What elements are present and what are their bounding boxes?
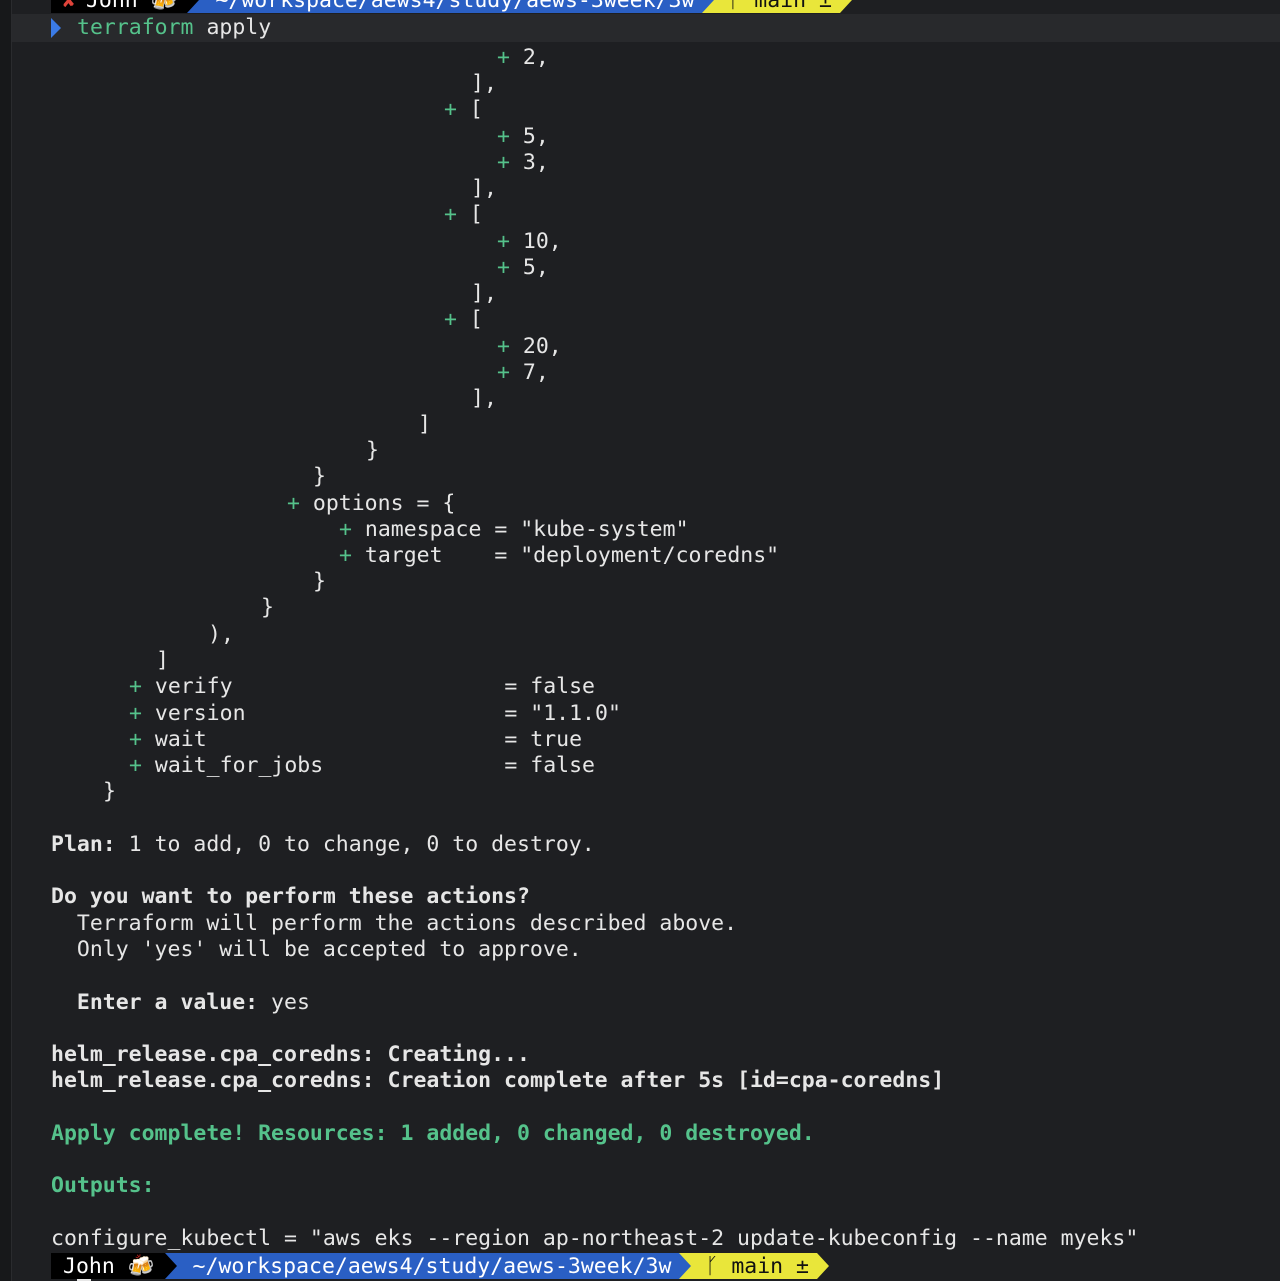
- prompt-git-segment: ᚴ main ±: [714, 0, 840, 13]
- beer-icon: 🍻: [150, 0, 178, 13]
- error-x-icon: ✘: [63, 0, 76, 13]
- terminal-output[interactable]: ✘ John 🍻 ~/workspace/aews4/study/aews-3we…: [12, 0, 1280, 1281]
- prompt-chevron-icon: [51, 18, 61, 38]
- bottom-prompt: John 🍻 ~/workspace/aews4/study/aews-3wee…: [51, 1253, 829, 1279]
- confirm-input[interactable]: Enter a value: yes: [51, 990, 310, 1016]
- plan-line: + verify = false: [129, 674, 596, 699]
- plan-line: }: [261, 595, 274, 620]
- plan-line: }: [313, 569, 326, 594]
- progress-complete: helm_release.cpa_coredns: Creation compl…: [51, 1068, 945, 1093]
- prompt-user: John: [63, 1253, 115, 1279]
- prompt-user-segment: John 🍻: [51, 1253, 165, 1279]
- apply-complete-message: Apply complete! Resources: 1 added, 0 ch…: [51, 1121, 815, 1146]
- top-prompt: ✘ John 🍻 ~/workspace/aews4/study/aews-3we…: [51, 0, 852, 13]
- beer-icon: 🍻: [127, 1253, 155, 1279]
- plan-summary: Plan: 1 to add, 0 to change, 0 to destro…: [51, 832, 595, 857]
- plan-line: + [: [444, 202, 483, 227]
- plan-line: + options = {: [287, 491, 456, 516]
- powerline-separator-icon: [164, 1253, 177, 1279]
- prompt-path: ~/workspace/aews4/study/aews-3week/3w: [176, 1253, 680, 1279]
- plan-line: + [: [444, 97, 483, 122]
- plan-line: }: [103, 779, 116, 804]
- powerline-separator-icon: [679, 1253, 692, 1279]
- powerline-separator-icon: [816, 1253, 829, 1279]
- plan-line: ]: [418, 412, 431, 437]
- prompt-user: John: [85, 0, 138, 13]
- plan-line: + target = "deployment/coredns": [339, 543, 780, 568]
- command-text: terraform apply: [77, 14, 271, 42]
- plan-line: ],: [471, 176, 497, 201]
- branch-icon: ᚴ: [705, 1253, 732, 1279]
- prompt-branch: main ±: [731, 1253, 809, 1279]
- powerline-separator-icon: [702, 0, 715, 13]
- plan-line: }: [313, 464, 326, 489]
- window-gutter: [0, 0, 12, 1281]
- powerline-separator-icon: [187, 0, 200, 13]
- plan-line: ],: [471, 386, 497, 411]
- plan-line: ],: [471, 71, 497, 96]
- prompt-branch: main ±: [754, 0, 832, 13]
- plan-line: + version = "1.1.0": [129, 701, 621, 726]
- prompt-git-segment: ᚴ main ±: [691, 1253, 817, 1279]
- plan-line: + 5,: [497, 255, 549, 280]
- command-tool: terraform: [77, 15, 194, 40]
- plan-line: + 10,: [497, 229, 562, 254]
- prompt-path: ~/workspace/aews4/study/aews-3week/3w: [199, 0, 703, 13]
- confirm-line-2: Only 'yes' will be accepted to approve.: [51, 937, 582, 962]
- plan-line: + namespace = "kube-system": [339, 517, 689, 542]
- plan-line: + 20,: [497, 334, 562, 359]
- outputs-label: Outputs:: [51, 1173, 155, 1198]
- prompt-user-segment: ✘ John 🍻: [51, 0, 188, 13]
- command-args: apply: [206, 15, 272, 40]
- plan-line: ],: [471, 281, 497, 306]
- command-line: terraform apply: [12, 14, 1280, 42]
- plan-line: + [: [444, 307, 483, 332]
- plan-line: }: [366, 438, 379, 463]
- plan-line: + wait = true: [129, 727, 583, 752]
- confirm-line-1: Terraform will perform the actions descr…: [51, 911, 738, 936]
- plan-line: + 7,: [497, 360, 549, 385]
- plan-line: ),: [208, 622, 234, 647]
- plan-line: + 2,: [497, 45, 549, 70]
- plan-line: + 3,: [497, 150, 549, 175]
- plan-line: ]: [156, 648, 169, 673]
- confirm-input-value: yes: [258, 990, 310, 1015]
- plan-line: + wait_for_jobs = false: [129, 753, 596, 778]
- branch-icon: ᚴ: [728, 0, 755, 13]
- confirm-question: Do you want to perform these actions?: [51, 884, 530, 909]
- confirm-input-label: Enter a value:: [51, 990, 259, 1015]
- progress-creating: helm_release.cpa_coredns: Creating...: [51, 1042, 530, 1067]
- plan-line: + 5,: [497, 124, 549, 149]
- powerline-separator-icon: [839, 0, 852, 13]
- output-configure-kubectl: configure_kubectl = "aws eks --region ap…: [51, 1226, 1139, 1251]
